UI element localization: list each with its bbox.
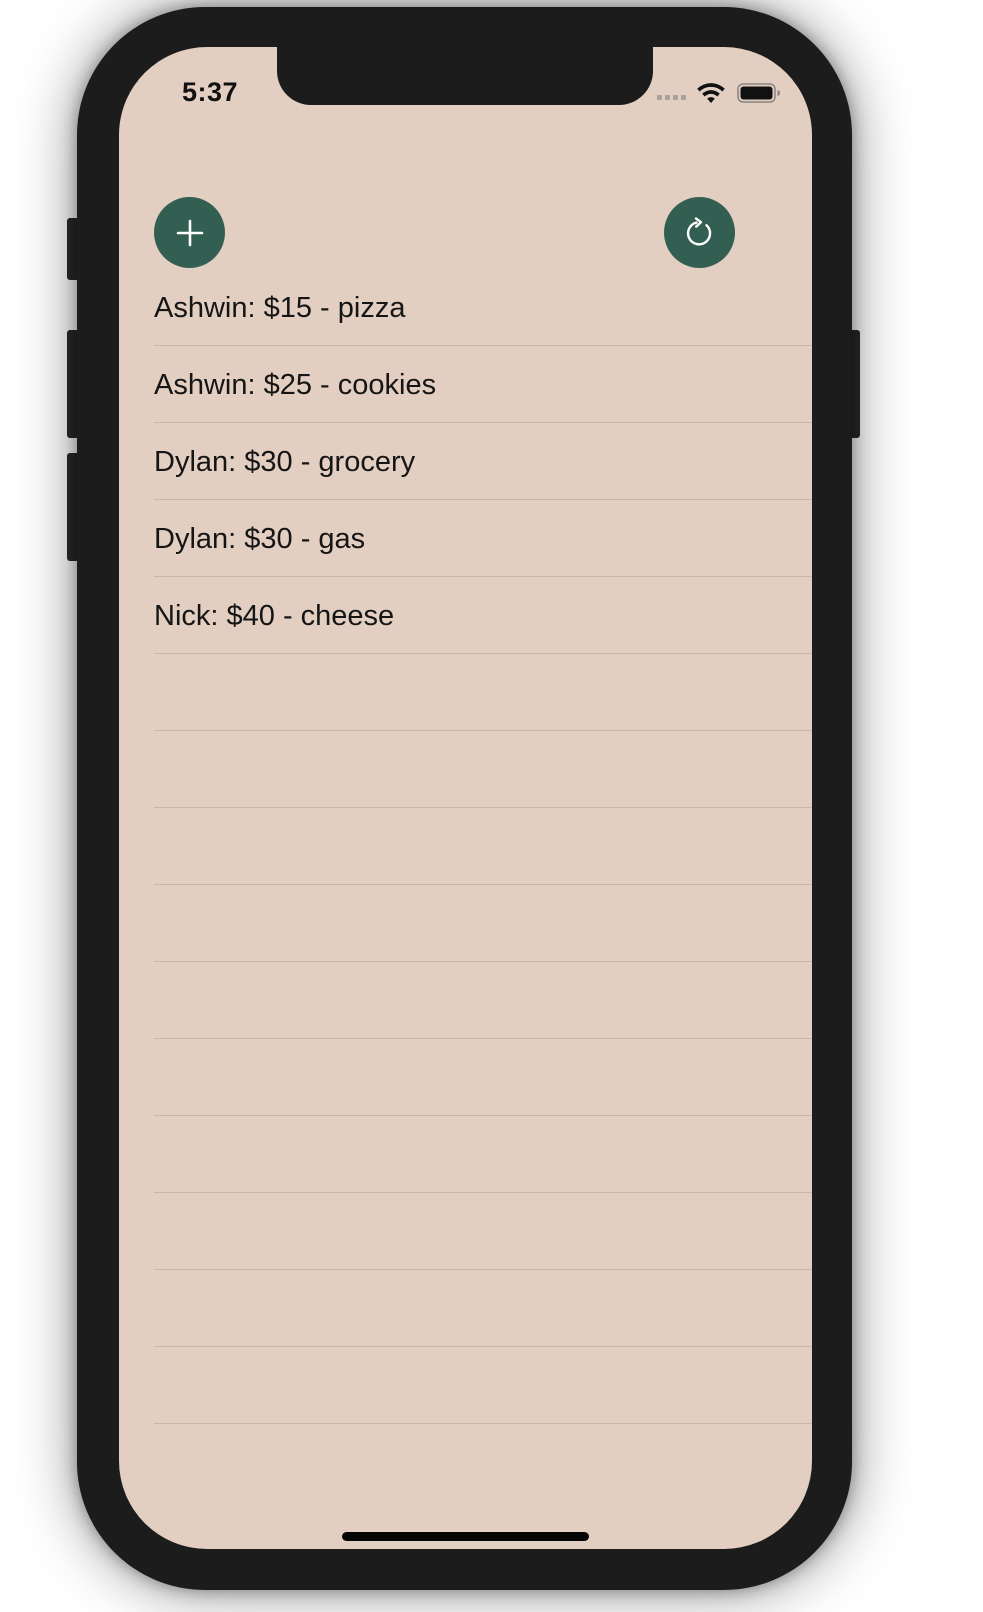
add-expense-button[interactable] (154, 197, 225, 268)
expense-list: Ashwin: $15 - pizza Ashwin: $25 - cookie… (154, 269, 812, 1424)
list-item[interactable]: Dylan: $30 - grocery (154, 423, 812, 500)
status-time: 5:37 (182, 77, 239, 107)
list-item-label: Dylan: $30 - grocery (154, 445, 416, 478)
app-screen: 5:37 Ashwin: $15 - pizza Ashwin: $25 - c… (119, 47, 812, 1549)
list-item[interactable]: Nick: $40 - cheese (154, 577, 812, 654)
plus-icon (176, 219, 203, 246)
refresh-icon (686, 216, 711, 245)
empty-list-row (154, 885, 812, 962)
empty-list-row (154, 962, 812, 1039)
empty-list-row (154, 731, 812, 808)
phone-body: 5:37 Ashwin: $15 - pizza Ashwin: $25 - c… (77, 7, 852, 1590)
list-item-label: Dylan: $30 - gas (154, 522, 366, 555)
list-item[interactable]: Ashwin: $15 - pizza (154, 269, 812, 346)
battery-icon (737, 83, 780, 103)
list-item[interactable]: Dylan: $30 - gas (154, 500, 812, 577)
refresh-button[interactable] (664, 197, 735, 268)
list-item[interactable]: Ashwin: $25 - cookies (154, 346, 812, 423)
empty-list-row (154, 1039, 812, 1116)
device-frame: 5:37 Ashwin: $15 - pizza Ashwin: $25 - c… (0, 0, 983, 1612)
list-item-label: Ashwin: $15 - pizza (154, 291, 406, 324)
list-item-label: Nick: $40 - cheese (154, 599, 395, 632)
empty-list-row (154, 1116, 812, 1193)
list-item-label: Ashwin: $25 - cookies (154, 368, 437, 401)
empty-list-row (154, 1193, 812, 1270)
empty-list-row (154, 1347, 812, 1424)
notch (277, 47, 653, 105)
home-indicator[interactable] (342, 1532, 589, 1541)
empty-list-row (154, 654, 812, 731)
empty-list-row (154, 808, 812, 885)
signal-dots-icon (657, 95, 686, 100)
empty-list-row (154, 1270, 812, 1347)
wifi-icon (697, 83, 725, 103)
